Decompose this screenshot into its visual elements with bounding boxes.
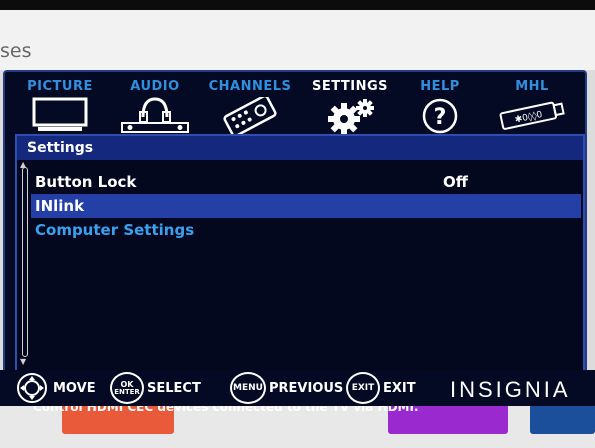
settings-list: Button Lock Off INlink Computer Settings xyxy=(31,170,581,242)
legend-exit-label: EXIT xyxy=(383,380,416,396)
tab-label: PICTURE xyxy=(27,79,93,94)
exit-button-icon: EXIT xyxy=(346,372,380,404)
tab-label: MHL xyxy=(515,79,549,94)
gear-icon xyxy=(328,99,374,135)
menu-button-text: MENU xyxy=(233,383,263,393)
menu-item-label: INlink xyxy=(35,197,85,215)
legend-select-label: SELECT xyxy=(147,380,201,396)
legend-previous-label: PREVIOUS xyxy=(269,380,344,396)
tab-label: AUDIO xyxy=(130,79,180,94)
directional-pad-icon xyxy=(17,373,47,403)
tab-settings[interactable]: SETTINGS xyxy=(305,75,395,137)
panel-title: Settings xyxy=(17,136,583,160)
menu-button-icon: MENU xyxy=(230,372,266,404)
brand-logo: INSIGNIA xyxy=(450,377,571,402)
legend-exit: EXIT EXIT xyxy=(346,370,416,406)
settings-menu: PICTURE AUDIO CHANNELS SETTINGS HELP ? M… xyxy=(3,70,587,414)
menu-item-label: Computer Settings xyxy=(35,221,195,239)
menu-item-button-lock[interactable]: Button Lock Off xyxy=(31,170,581,194)
enter-button-text: ENTER xyxy=(114,387,140,396)
tab-picture[interactable]: PICTURE xyxy=(15,75,105,137)
tab-help[interactable]: HELP ? xyxy=(395,75,485,137)
tab-label: HELP xyxy=(420,79,460,94)
legend-previous: MENU PREVIOUS xyxy=(230,370,343,406)
tv-icon xyxy=(32,97,88,131)
legend-select: OK ENTER SELECT xyxy=(110,370,201,406)
question-mark-icon: ? xyxy=(422,98,458,134)
menu-tabs: PICTURE AUDIO CHANNELS SETTINGS HELP ? M… xyxy=(15,75,585,137)
background-partial-text: ses xyxy=(0,40,32,62)
menu-item-computer-settings[interactable]: Computer Settings xyxy=(31,218,581,242)
legend-move-label: MOVE xyxy=(53,380,96,396)
scroll-down-arrow-icon[interactable]: ▼ xyxy=(20,358,26,366)
scrollbar[interactable] xyxy=(22,167,28,357)
legend-move: MOVE xyxy=(14,370,96,406)
menu-item-label: Button Lock xyxy=(35,173,137,191)
settings-panel: Settings ▲ ▼ Button Lock Off INlink Comp… xyxy=(15,134,585,414)
mhl-usb-icon: ✱0◊◊0 xyxy=(499,101,565,130)
tab-label: CHANNELS xyxy=(208,79,292,94)
exit-button-text: EXIT xyxy=(351,383,375,393)
ok-enter-button-icon: OK ENTER xyxy=(110,372,144,404)
menu-item-inlink[interactable]: INlink xyxy=(31,194,581,218)
tab-mhl[interactable]: MHL ✱0◊◊0 xyxy=(487,75,577,137)
menu-item-value: Off xyxy=(443,173,468,191)
background-top xyxy=(0,0,595,70)
tab-channels[interactable]: CHANNELS xyxy=(205,75,295,137)
svg-text:?: ? xyxy=(434,105,447,130)
headphones-icon xyxy=(121,97,189,133)
tab-label: SETTINGS xyxy=(311,79,389,94)
tab-audio[interactable]: AUDIO xyxy=(110,75,200,137)
remote-control-icon xyxy=(223,97,277,135)
